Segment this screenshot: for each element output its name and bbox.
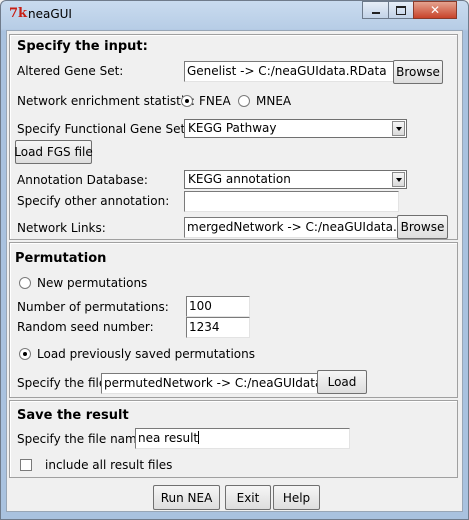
window-client-area: Specify the input: Altered Gene Set: Gen… — [6, 30, 463, 512]
save-heading: Save the result — [17, 408, 129, 423]
other-annotation-label: Specify other annotation: — [17, 194, 170, 208]
input-heading: Specify the input: — [17, 39, 148, 54]
new-permutations-label: New permutations — [37, 276, 148, 290]
chevron-down-icon[interactable] — [392, 172, 405, 187]
altered-gene-set-label: Altered Gene Set: — [17, 64, 124, 78]
load-saved-permutations-label: Load previously saved permutations — [37, 347, 255, 361]
functional-gene-set-select[interactable]: KEGG Pathway — [184, 119, 407, 138]
functional-gene-set-value: KEGG Pathway — [188, 121, 277, 135]
run-nea-button[interactable]: Run NEA — [153, 485, 220, 510]
number-of-permutations-field[interactable]: 100 — [186, 296, 250, 317]
text-cursor — [198, 431, 200, 444]
network-links-browse-button[interactable]: Browse — [397, 215, 448, 239]
minimize-icon — [371, 12, 380, 14]
fnea-label: FNEA — [199, 94, 231, 108]
other-annotation-field[interactable] — [184, 191, 399, 212]
random-seed-label: Random seed number: — [17, 320, 154, 334]
number-of-permutations-label: Number of permutations: — [17, 300, 169, 314]
load-fgs-button[interactable]: Load FGS file — [14, 140, 93, 164]
exit-button[interactable]: Exit — [225, 485, 271, 510]
altered-gene-set-browse-button[interactable]: Browse — [393, 60, 443, 84]
load-saved-permutations-radio[interactable] — [19, 348, 31, 360]
mnea-radio[interactable] — [238, 95, 250, 107]
tk-feather-icon: 7k — [9, 6, 28, 21]
enrichment-statistic-label: Network enrichment statistic: — [17, 94, 195, 108]
annotation-database-value: KEGG annotation — [188, 172, 291, 186]
annotation-database-select[interactable]: KEGG annotation — [184, 170, 407, 189]
altered-gene-set-field[interactable]: Genelist -> C:/neaGUIdata.RData — [184, 61, 394, 82]
network-links-field[interactable]: mergedNetwork -> C:/neaGUIdata.RDat — [184, 217, 398, 238]
close-button[interactable]: ✕ — [413, 1, 457, 19]
functional-gene-set-label: Specify Functional Gene Set: — [17, 122, 190, 136]
include-all-results-label: include all result files — [45, 458, 173, 472]
mnea-label: MNEA — [256, 94, 292, 108]
load-permutations-button[interactable]: Load — [317, 370, 367, 394]
fnea-radio[interactable] — [181, 95, 193, 107]
chevron-down-icon[interactable] — [392, 121, 405, 136]
result-file-name-label: Specify the file name: — [17, 432, 149, 446]
result-file-name-field[interactable]: nea result — [135, 428, 350, 449]
title-bar[interactable]: 7k neaGUI ✕ — [0, 0, 469, 30]
close-icon: ✕ — [429, 3, 441, 17]
result-file-name-value: nea result — [138, 431, 199, 445]
network-links-label: Network Links: — [17, 221, 106, 235]
random-seed-field[interactable]: 1234 — [186, 317, 250, 338]
new-permutations-radio[interactable] — [19, 277, 31, 289]
annotation-database-label: Annotation Database: — [17, 173, 148, 187]
maximize-button[interactable] — [388, 1, 414, 19]
permutation-file-field[interactable]: permutedNetwork -> C:/neaGUIdata.RD — [101, 373, 318, 394]
permutation-heading: Permutation — [15, 251, 107, 266]
include-all-results-checkbox[interactable] — [20, 459, 32, 471]
help-button[interactable]: Help — [273, 485, 320, 510]
minimize-button[interactable] — [362, 1, 389, 19]
permutation-file-label: Specify the file: — [17, 376, 111, 390]
maximize-icon — [396, 5, 406, 15]
window-title: neaGUI — [28, 7, 72, 21]
